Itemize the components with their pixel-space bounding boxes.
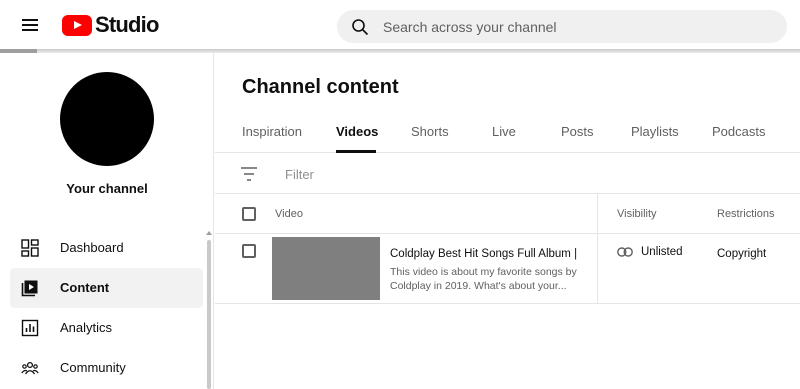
sidebar-item-label: Community — [60, 360, 126, 375]
page-title: Channel content — [242, 76, 399, 98]
sidebar-item-analytics[interactable]: Analytics — [10, 308, 203, 348]
content-tabs: Inspiration Videos Shorts Live Posts Pla… — [215, 113, 800, 153]
sidebar-item-community[interactable]: Community — [10, 348, 203, 388]
column-header-restrictions[interactable]: Restrictions — [717, 208, 774, 220]
tab-podcasts[interactable]: Podcasts — [712, 124, 765, 139]
visibility-dropdown[interactable]: Unlisted — [617, 246, 683, 258]
restriction-label[interactable]: Copyright — [717, 248, 766, 260]
visibility-label: Unlisted — [641, 246, 683, 258]
community-icon — [21, 361, 39, 375]
row-checkbox[interactable] — [242, 244, 256, 258]
top-bar: Studio — [0, 0, 800, 50]
scroll-up-arrow-icon[interactable] — [206, 231, 212, 235]
table-row[interactable]: Coldplay Best Hit Songs Full Album | ...… — [215, 234, 800, 304]
tab-videos[interactable]: Videos — [336, 124, 378, 139]
logo-text: Studio — [95, 12, 159, 37]
studio-logo[interactable]: Studio — [62, 12, 159, 38]
sidebar-item-content[interactable]: Content — [10, 268, 203, 308]
sidebar-scrollbar[interactable] — [207, 240, 211, 389]
sidebar-item-label: Content — [60, 280, 110, 295]
tab-playlists[interactable]: Playlists — [631, 124, 679, 139]
sidebar-item-label: Analytics — [60, 320, 113, 335]
video-description: This video is about my favorite songs by… — [390, 266, 577, 292]
search-input[interactable] — [383, 10, 763, 43]
tab-posts[interactable]: Posts — [561, 124, 594, 139]
search-icon[interactable] — [351, 18, 369, 36]
youtube-play-icon — [62, 14, 92, 36]
filter-bar — [215, 154, 800, 194]
dashboard-icon — [21, 239, 39, 257]
hamburger-menu-icon[interactable] — [18, 14, 44, 36]
filter-input[interactable] — [285, 154, 765, 194]
video-thumbnail[interactable] — [272, 237, 380, 300]
sidebar-item-label: Dashboard — [60, 240, 124, 255]
tab-shorts[interactable]: Shorts — [411, 124, 449, 139]
table-header: Video Visibility Restrictions — [215, 194, 800, 234]
select-all-checkbox[interactable] — [242, 207, 256, 221]
search-bar — [337, 10, 787, 43]
link-icon — [617, 247, 633, 257]
main-content: Channel content Inspiration Videos Short… — [215, 53, 800, 389]
channel-label: Your channel — [66, 181, 148, 196]
sidebar: Your channel Dashboard Content Analytics… — [0, 53, 214, 389]
analytics-icon — [21, 319, 39, 337]
column-header-video[interactable]: Video — [275, 208, 303, 220]
content-icon — [21, 280, 38, 297]
tab-live[interactable]: Live — [492, 124, 516, 139]
tab-inspiration[interactable]: Inspiration — [242, 124, 302, 139]
video-title[interactable]: Coldplay Best Hit Songs Full Album | ... — [390, 248, 580, 260]
channel-avatar[interactable] — [60, 72, 154, 166]
column-header-visibility[interactable]: Visibility — [617, 208, 657, 220]
filter-icon[interactable] — [240, 166, 258, 182]
sidebar-item-dashboard[interactable]: Dashboard — [10, 228, 203, 268]
active-tab-indicator — [336, 150, 376, 153]
